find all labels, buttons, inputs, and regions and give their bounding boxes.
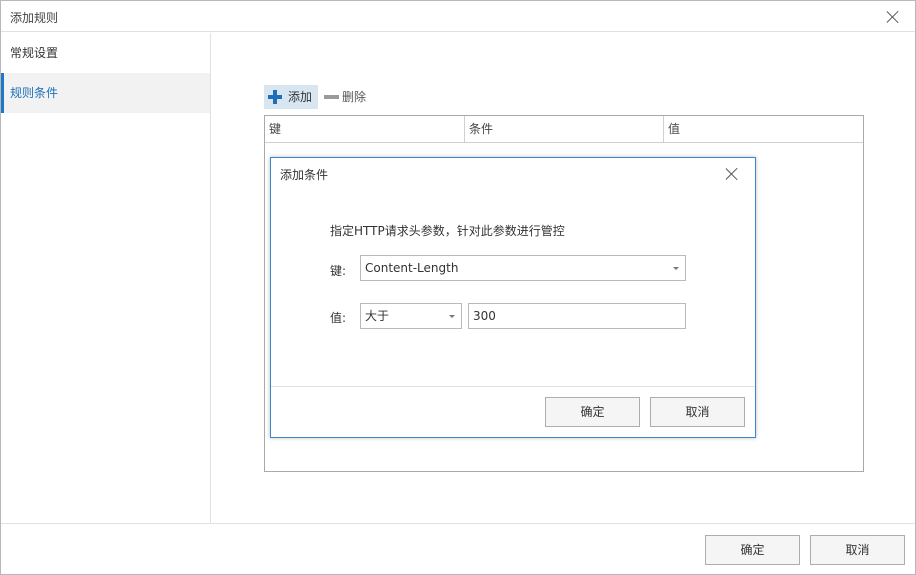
column-header-condition[interactable]: 条件 xyxy=(464,116,663,143)
sidebar-item-label: 常规设置 xyxy=(10,46,59,60)
dialog-title: 添加条件 xyxy=(280,168,329,182)
sidebar-item-general-settings[interactable]: 常规设置 xyxy=(1,33,210,73)
dialog-divider xyxy=(271,386,755,387)
add-condition-button[interactable]: 添加 xyxy=(264,85,318,109)
key-select-value: Content-Length xyxy=(365,261,459,275)
add-condition-dialog: 添加条件 指定HTTP请求头参数，针对此参数进行管控 键: Content-Le… xyxy=(270,157,756,438)
chevron-down-icon xyxy=(673,267,679,270)
ok-button[interactable]: 确定 xyxy=(705,535,800,565)
minus-icon xyxy=(324,95,339,99)
chevron-down-icon xyxy=(449,315,455,318)
value-input[interactable] xyxy=(468,303,686,329)
sidebar: 常规设置 规则条件 xyxy=(1,33,211,523)
table-header: 键 条件 值 xyxy=(265,116,863,143)
window-footer: 确定 取消 xyxy=(1,523,915,575)
condition-select[interactable]: 大于 xyxy=(360,303,462,329)
value-label: 值: xyxy=(330,311,347,325)
plus-icon xyxy=(268,90,282,104)
column-header-key[interactable]: 键 xyxy=(265,116,464,143)
dialog-cancel-button[interactable]: 取消 xyxy=(650,397,745,427)
sidebar-item-label: 规则条件 xyxy=(10,86,59,100)
close-icon[interactable] xyxy=(886,10,900,24)
close-icon[interactable] xyxy=(725,167,739,181)
condition-select-value: 大于 xyxy=(365,309,390,323)
key-select[interactable]: Content-Length xyxy=(360,255,686,281)
sidebar-item-rule-conditions[interactable]: 规则条件 xyxy=(1,73,210,113)
delete-condition-button[interactable]: 删除 xyxy=(322,85,372,109)
key-label: 键: xyxy=(330,264,347,278)
column-header-value[interactable]: 值 xyxy=(663,116,863,143)
cancel-button[interactable]: 取消 xyxy=(810,535,905,565)
dialog-description: 指定HTTP请求头参数，针对此参数进行管控 xyxy=(330,224,565,238)
window-title: 添加规则 xyxy=(10,11,59,25)
window-titlebar: 添加规则 xyxy=(1,1,915,32)
add-button-label: 添加 xyxy=(288,90,313,104)
delete-button-label: 删除 xyxy=(342,90,367,104)
dialog-ok-button[interactable]: 确定 xyxy=(545,397,640,427)
